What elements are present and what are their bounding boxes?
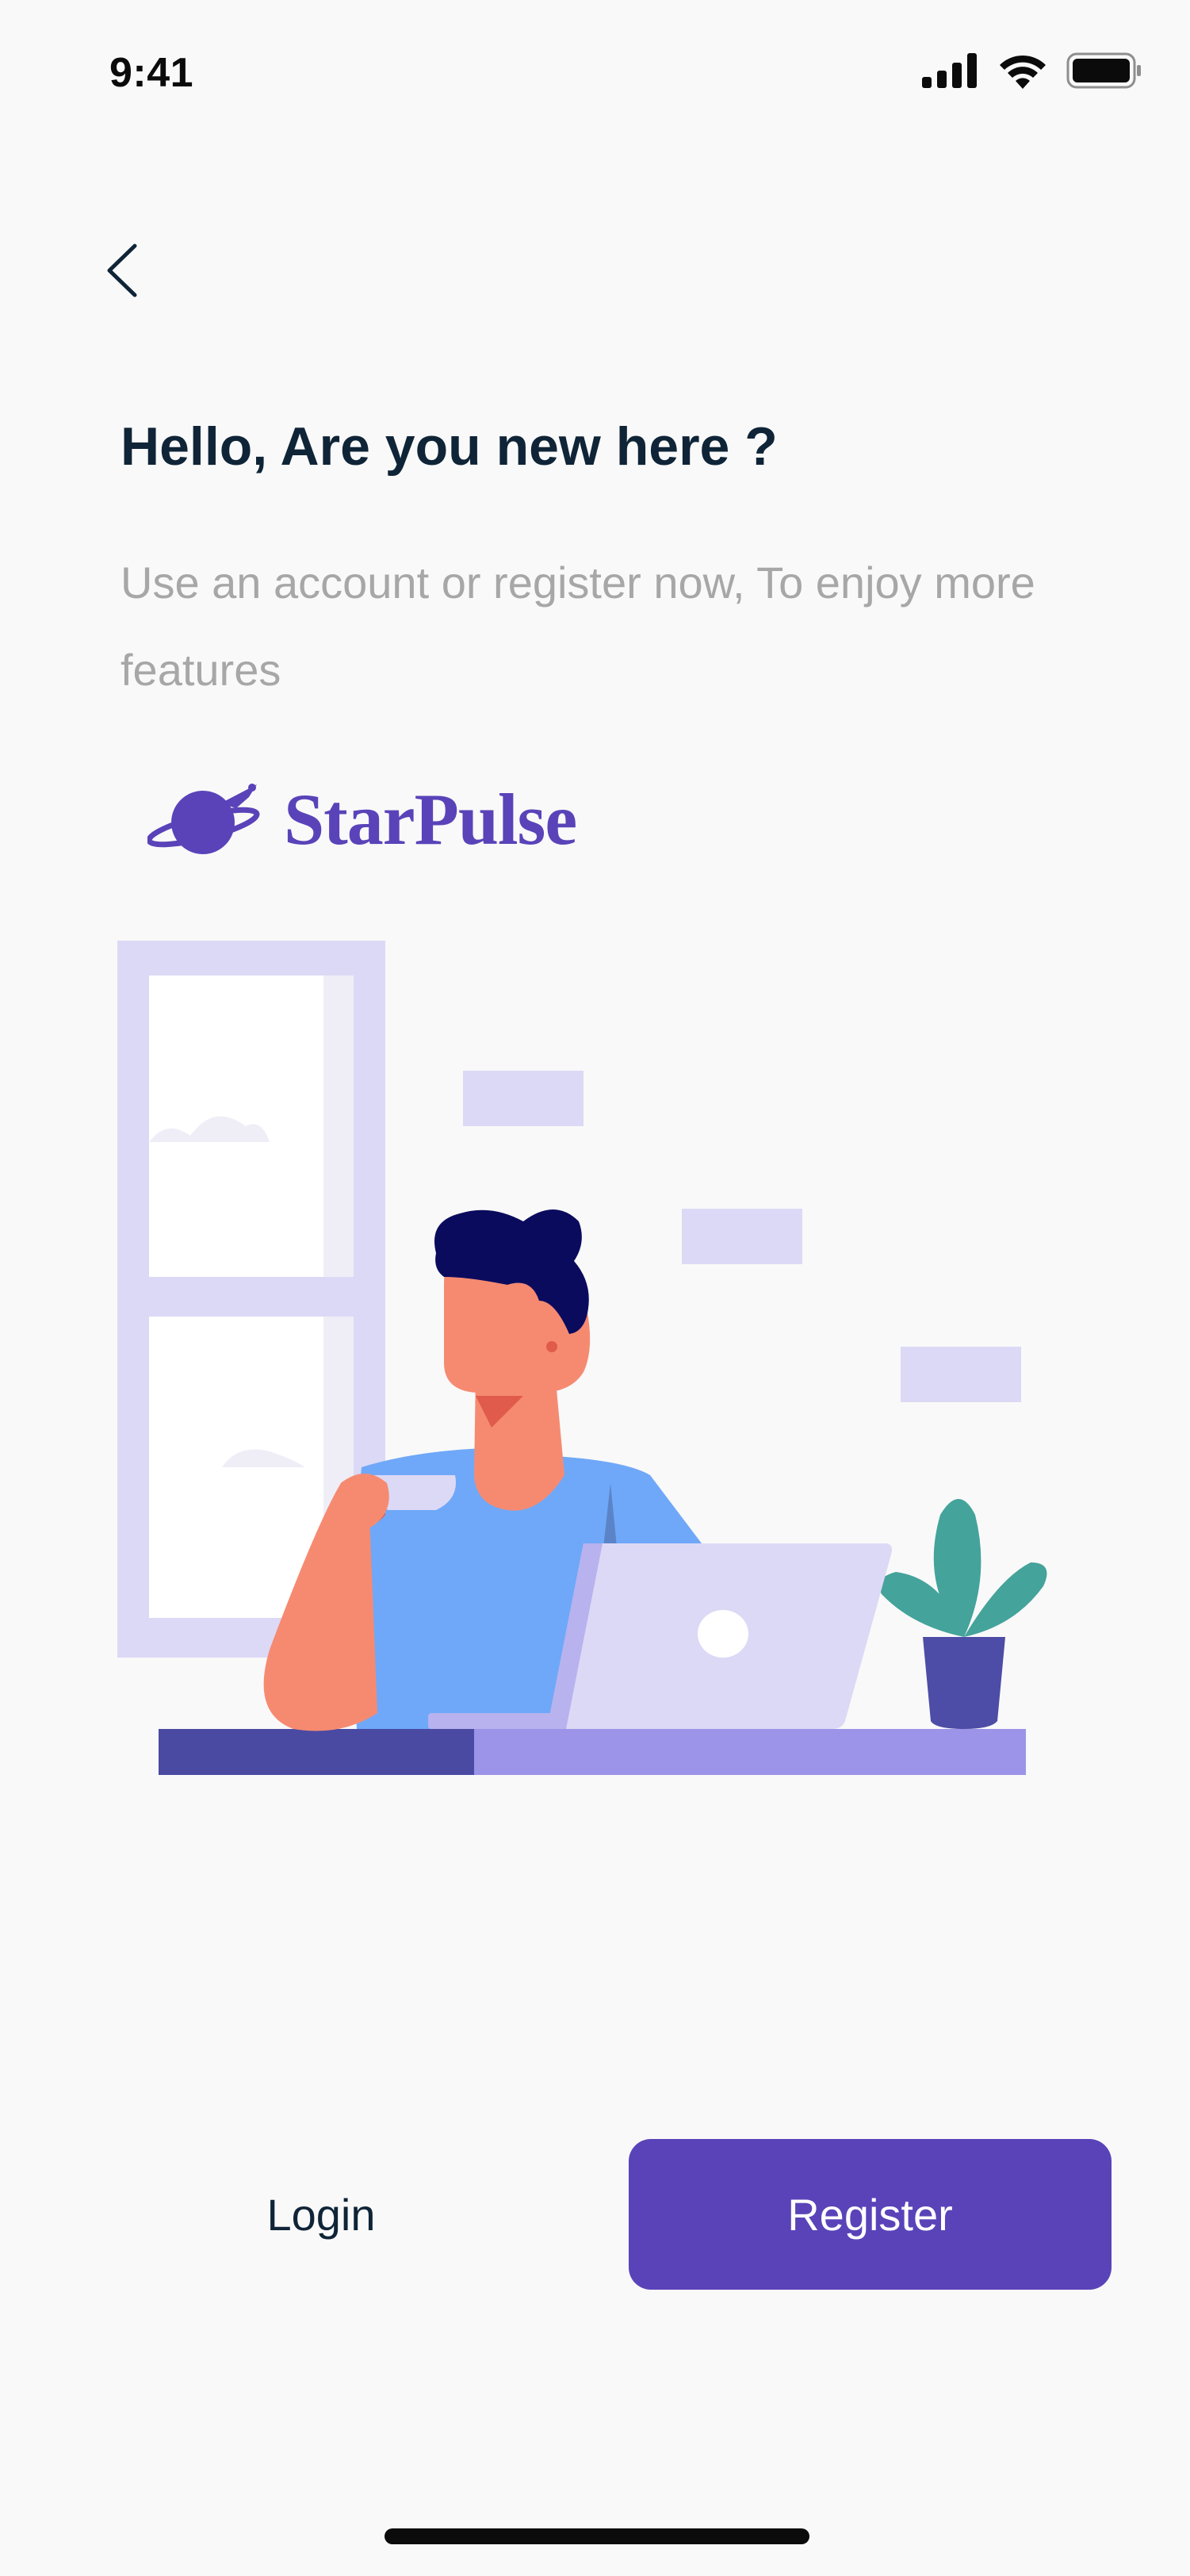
page-title: Hello, Are you new here ? <box>121 416 778 477</box>
status-icons <box>922 52 1142 89</box>
register-button[interactable]: Register <box>629 2139 1112 2290</box>
man-with-coffee-at-laptop-illustration <box>117 941 1047 1775</box>
brand-logo: StarPulse <box>147 777 577 861</box>
chevron-left-icon <box>107 243 137 297</box>
back-button[interactable] <box>94 235 149 306</box>
home-indicator <box>385 2528 809 2544</box>
wifi-icon <box>1000 55 1046 89</box>
login-button[interactable]: Login <box>119 2139 523 2290</box>
page-subtitle: Use an account or register now, To enjoy… <box>121 558 1035 695</box>
cellular-signal-icon <box>922 53 977 88</box>
planet-rocket-icon <box>147 784 260 854</box>
brand-name: StarPulse <box>284 779 577 860</box>
status-time: 9:41 <box>109 50 194 96</box>
battery-icon <box>1066 52 1141 89</box>
